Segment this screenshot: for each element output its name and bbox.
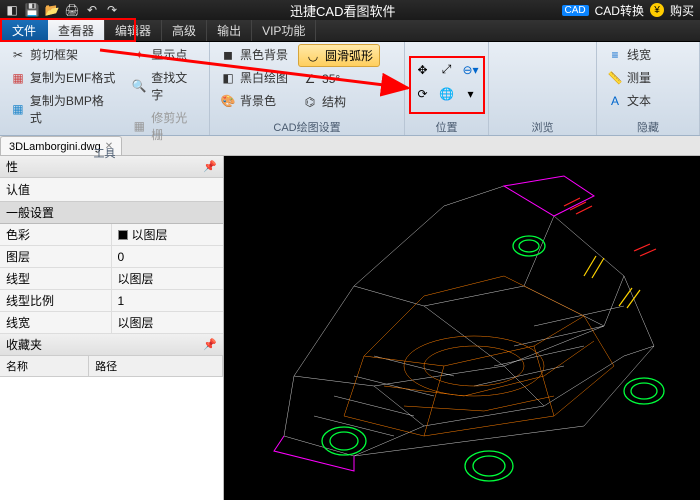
viewport-3d[interactable] [224,156,700,500]
default-value: 认值 [0,178,223,202]
section-general: 一般设置 [0,202,223,224]
position-grid: ✥ ⤢ ⊖▾ ⟳ 🌐 ▾ [412,59,482,105]
grid-icon: ▦ [131,118,147,134]
favorites-list [0,377,223,500]
bg-icon: ◼ [220,47,236,63]
globe-icon[interactable]: 🌐 [436,83,458,105]
linewidth-icon: ≡ [607,47,623,63]
buy-link[interactable]: 购买 [670,2,694,19]
tab-viewer[interactable]: 查看器 [48,20,105,41]
prop-row-linetype[interactable]: 线型以图层 [0,268,223,290]
favorites-header: 收藏夹 📌 [0,334,223,356]
cut-frame-button[interactable]: ✂剪切框架 [6,44,119,65]
group-label-view: 浏览 [495,119,590,135]
cad-badge: CAD [562,5,589,16]
group-label-tool: 工具 [6,145,203,161]
search-icon: 🔍 [131,78,147,94]
tab-advanced[interactable]: 高级 [162,20,207,41]
pin-icon[interactable]: 📌 [203,160,217,173]
ribbon-group-view: 浏览 [489,42,597,135]
linewidth-button[interactable]: ≡线宽 [603,44,655,65]
show-point-button[interactable]: ✦显示点 [127,44,203,65]
pan-icon[interactable]: ✥ [412,59,434,81]
zoom-dropdown-icon[interactable]: ▾ [460,83,482,105]
black-bg-button[interactable]: ◼黑色背景 [216,44,292,65]
palette-icon: 🎨 [220,93,236,109]
fix-grid-button: ▦修剪光栅 [127,107,203,145]
find-text-button[interactable]: 🔍查找文字 [127,67,203,105]
ribbon-group-draw: ◼黑色背景 ◧黑白绘图 🎨背景色 ◡圆滑弧形 ∠35° ⌬结构 CAD绘图设置 [210,42,405,135]
title-bar: ◧ 💾 📂 🖨 ↶ ↷ 迅捷CAD看图软件 CAD CAD转换 ¥ 购买 [0,0,700,20]
text-icon: A [607,93,623,109]
group-label-pos: 位置 [411,119,482,135]
prop-row-ltscale[interactable]: 线型比例1 [0,290,223,312]
emf-icon: ▦ [10,70,26,86]
prop-row-color[interactable]: 色彩 以图层 [0,224,223,246]
yen-icon: ¥ [650,3,664,17]
bmp-icon: ▦ [10,101,26,117]
copy-bmp-button[interactable]: ▦复制为BMP格式 [6,90,119,128]
file-button[interactable]: 文件 [0,20,48,41]
point-icon: ✦ [131,47,147,63]
ribbon: ✂剪切框架 ▦复制为EMF格式 ▦复制为BMP格式 ✦显示点 🔍查找文字 ▦修剪… [0,42,700,136]
ribbon-group-tool: ✂剪切框架 ▦复制为EMF格式 ▦复制为BMP格式 ✦显示点 🔍查找文字 ▦修剪… [0,42,210,135]
tab-vip[interactable]: VIP功能 [252,20,316,41]
smooth-arc-button[interactable]: ◡圆滑弧形 [298,44,380,67]
group-label-draw: CAD绘图设置 [216,119,398,135]
redo-icon[interactable]: ↷ [104,2,120,18]
tab-editor[interactable]: 编辑器 [105,20,162,41]
scissor-icon: ✂ [10,47,26,63]
zoom-out-icon[interactable]: ⊖▾ [460,59,482,81]
extent-icon[interactable]: ⤢ [436,59,458,81]
app-icon: ◧ [4,2,20,18]
tab-strip: 文件 查看器 编辑器 高级 输出 VIP功能 [0,20,700,42]
prop-row-lineweight[interactable]: 线宽以图层 [0,312,223,334]
properties-panel: 性 📌 认值 一般设置 色彩 以图层 图层0 线型以图层 线型比例1 线宽以图层… [0,156,224,500]
prop-row-layer[interactable]: 图层0 [0,246,223,268]
text-button[interactable]: A文本 [603,90,655,111]
arc-icon: ◡ [305,48,321,64]
col-path[interactable]: 路径 [89,356,223,376]
pin-icon[interactable]: 📌 [203,338,217,351]
ruler-icon: 📏 [607,70,623,86]
quick-access-toolbar: ◧ 💾 📂 🖨 ↶ ↷ [0,2,124,18]
ribbon-group-hide: ≡线宽 📏测量 A文本 隐藏 [597,42,700,135]
wireframe-car [224,156,700,500]
save-icon[interactable]: 💾 [24,2,40,18]
angle-button[interactable]: ∠35° [298,69,380,89]
angle-icon: ∠ [302,71,318,87]
struct-icon: ⌬ [302,94,318,110]
copy-emf-button[interactable]: ▦复制为EMF格式 [6,67,119,88]
ribbon-group-pos: ✥ ⤢ ⊖▾ ⟳ 🌐 ▾ 位置 [405,42,489,135]
rotate-icon[interactable]: ⟳ [412,83,434,105]
tab-output[interactable]: 输出 [207,20,252,41]
app-title: 迅捷CAD看图软件 [124,1,562,20]
col-name[interactable]: 名称 [0,356,89,376]
bw-icon: ◧ [220,70,236,86]
convert-link[interactable]: CAD转换 [595,2,644,19]
group-label-hide: 隐藏 [603,119,693,135]
measure-button[interactable]: 📏测量 [603,67,655,88]
color-swatch [118,230,128,240]
struct-button[interactable]: ⌬结构 [298,91,380,112]
print-icon[interactable]: 🖨 [64,2,80,18]
favorites-columns: 名称 路径 [0,356,223,377]
bg-color-button[interactable]: 🎨背景色 [216,90,292,111]
undo-icon[interactable]: ↶ [84,2,100,18]
open-icon[interactable]: 📂 [44,2,60,18]
workspace: 性 📌 认值 一般设置 色彩 以图层 图层0 线型以图层 线型比例1 线宽以图层… [0,156,700,500]
bw-draw-button[interactable]: ◧黑白绘图 [216,67,292,88]
